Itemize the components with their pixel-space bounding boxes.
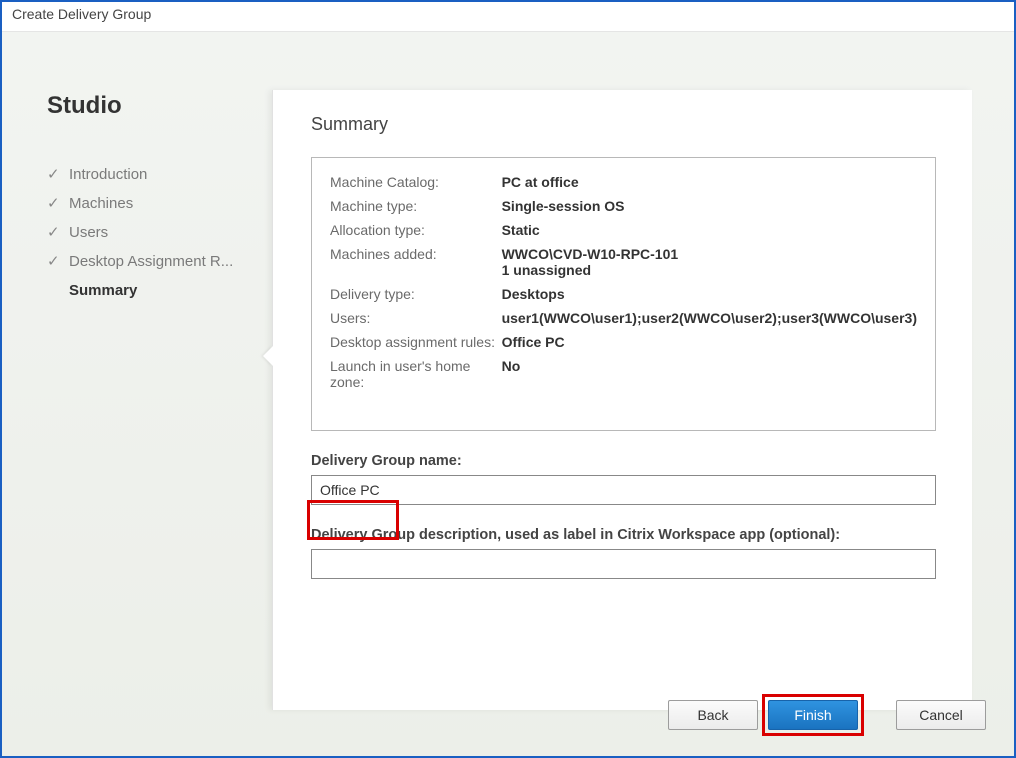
nav-label: Machines: [69, 195, 133, 212]
content-panel: Summary Machine Catalog: PC at office Ma…: [272, 90, 972, 710]
product-title: Studio: [47, 92, 267, 120]
nav-label: Introduction: [69, 166, 147, 183]
summary-box: Machine Catalog: PC at office Machine ty…: [311, 157, 936, 431]
cell-label: Allocation type:: [330, 218, 502, 242]
cell-label: Users:: [330, 306, 502, 330]
cancel-button[interactable]: Cancel: [896, 700, 986, 730]
row-users: Users: user1(WWCO\user1);user2(WWCO\user…: [330, 306, 917, 330]
panel-pointer: [263, 346, 273, 366]
cell-value: No: [502, 354, 917, 394]
wizard-button-row: Back Finish Cancel: [668, 700, 986, 730]
cell-value: Desktops: [502, 282, 917, 306]
cell-label: Machines added:: [330, 242, 502, 282]
check-icon: ✓: [47, 225, 61, 240]
cell-label: Machine type:: [330, 194, 502, 218]
cell-label: Launch in user's home zone:: [330, 354, 502, 394]
row-launch-home-zone: Launch in user's home zone: No: [330, 354, 917, 394]
description-field-label: Delivery Group description, used as labe…: [311, 527, 936, 543]
row-desktop-assignment-rules: Desktop assignment rules: Office PC: [330, 330, 917, 354]
cell-label: Desktop assignment rules:: [330, 330, 502, 354]
cell-value: Office PC: [502, 330, 917, 354]
panel-heading: Summary: [311, 114, 936, 135]
check-icon: ✓: [47, 254, 61, 269]
cell-label: Machine Catalog:: [330, 170, 502, 194]
nav-item-machines[interactable]: ✓ Machines: [47, 189, 267, 218]
cell-value: user1(WWCO\user1);user2(WWCO\user2);user…: [502, 306, 917, 330]
nav-item-users[interactable]: ✓ Users: [47, 218, 267, 247]
cell-value: PC at office: [502, 170, 917, 194]
nav-label: Users: [69, 224, 108, 241]
wizard-sidebar: Studio ✓ Introduction ✓ Machines ✓ Users…: [47, 92, 267, 305]
row-machines-added: Machines added: WWCO\CVD-W10-RPC-101 1 u…: [330, 242, 917, 282]
nav-label: Desktop Assignment R...: [69, 253, 233, 270]
check-icon: ✓: [47, 196, 61, 211]
cell-value: Single-session OS: [502, 194, 917, 218]
nav-item-introduction[interactable]: ✓ Introduction: [47, 160, 267, 189]
row-allocation-type: Allocation type: Static: [330, 218, 917, 242]
cell-label: Delivery type:: [330, 282, 502, 306]
nav-label: Summary: [69, 282, 137, 299]
check-icon: ✓: [47, 167, 61, 182]
window-title: Create Delivery Group: [2, 2, 1014, 32]
delivery-group-description-input[interactable]: [311, 549, 936, 579]
cell-value: Static: [502, 218, 917, 242]
row-delivery-type: Delivery type: Desktops: [330, 282, 917, 306]
cell-value: WWCO\CVD-W10-RPC-101 1 unassigned: [502, 242, 917, 282]
name-field-label: Delivery Group name:: [311, 453, 936, 469]
back-button[interactable]: Back: [668, 700, 758, 730]
delivery-group-name-input[interactable]: [311, 475, 936, 505]
nav-item-desktop-assignment[interactable]: ✓ Desktop Assignment R...: [47, 247, 267, 276]
row-machine-type: Machine type: Single-session OS: [330, 194, 917, 218]
finish-button[interactable]: Finish: [768, 700, 858, 730]
window-body: Studio ✓ Introduction ✓ Machines ✓ Users…: [2, 32, 1014, 756]
summary-table: Machine Catalog: PC at office Machine ty…: [330, 170, 917, 394]
row-machine-catalog: Machine Catalog: PC at office: [330, 170, 917, 194]
nav-item-summary[interactable]: ✓ Summary: [47, 276, 267, 305]
wizard-window: Create Delivery Group Studio ✓ Introduct…: [0, 0, 1016, 758]
